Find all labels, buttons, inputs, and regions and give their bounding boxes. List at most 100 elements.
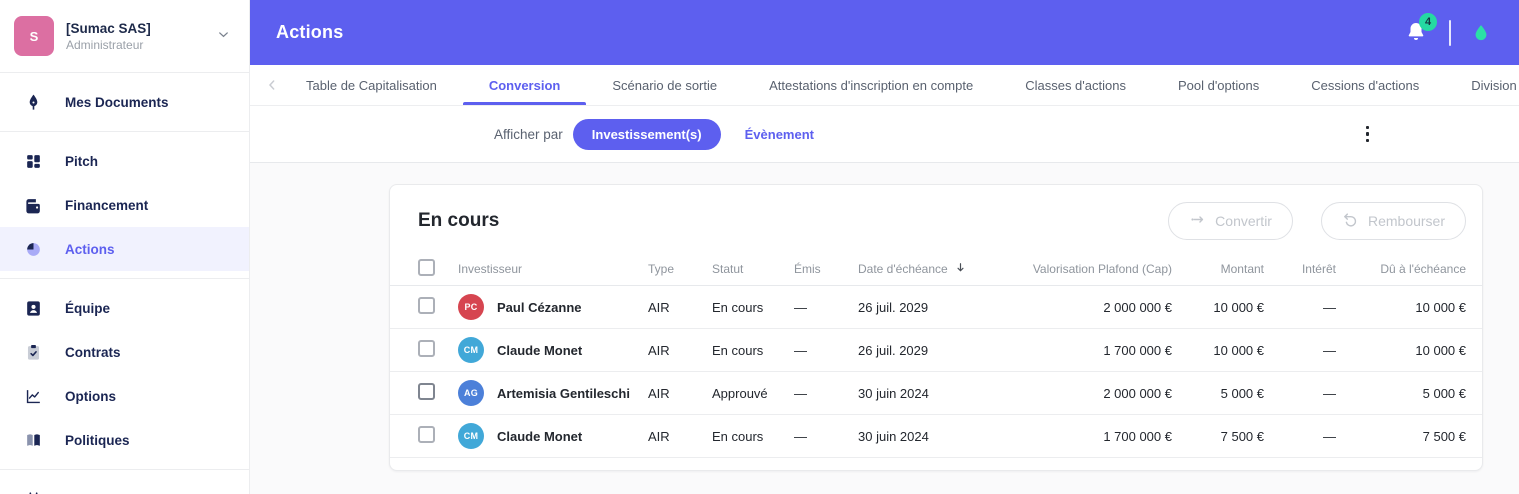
due-cell: 5 000 € (1422, 385, 1466, 401)
filter-bar: Afficher par Investissement(s) Évènement (250, 106, 1519, 163)
org-switcher[interactable]: S [Sumac SAS] Administrateur (0, 0, 249, 72)
avatar: CM (458, 423, 484, 449)
status-cell: Approuvé (712, 385, 768, 401)
status-cell: En cours (712, 299, 764, 315)
cap-cell: 2 000 000 € (1103, 385, 1172, 401)
sidebar-item-calendrier[interactable]: Calendrier (0, 477, 249, 494)
org-avatar: S (14, 16, 54, 56)
amount-cell: 5 000 € (1220, 385, 1264, 401)
emis-cell: — (794, 385, 807, 401)
sidebar-item-options[interactable]: Options (0, 374, 249, 418)
status-cell: En cours (712, 428, 764, 444)
tab-pool-doptions[interactable]: Pool d'options (1152, 65, 1285, 105)
chevron-down-icon (216, 27, 231, 45)
en-cours-card: En cours Convertir Rembourser Investisse… (389, 184, 1483, 471)
column-header-du-echeance[interactable]: Dû à l'échéance (1336, 262, 1466, 276)
pie-chart-icon (24, 240, 43, 259)
type-cell: AIR (648, 428, 670, 444)
investor-name: Claude Monet (497, 428, 583, 444)
investor-name: Claude Monet (497, 342, 583, 358)
column-header-date-echeance[interactable]: Date d'échéance (858, 261, 1026, 277)
amount-cell: 10 000 € (1213, 342, 1264, 358)
tab-division-valeur-nominale[interactable]: Division de la valeur nominale (1445, 65, 1519, 105)
select-all-checkbox[interactable] (418, 259, 435, 276)
due-date-cell: 26 juil. 2029 (858, 299, 929, 315)
table-row[interactable]: PC Paul Cézanne AIR En cours — 26 juil. … (390, 286, 1482, 329)
sidebar-item-label: Options (65, 388, 116, 404)
column-header-emis[interactable]: Émis (794, 262, 858, 276)
pen-nib-icon (24, 93, 43, 112)
due-cell: 10 000 € (1415, 342, 1466, 358)
amount-cell: 7 500 € (1220, 428, 1264, 444)
sidebar-item-financement[interactable]: Financement (0, 183, 249, 227)
wallet-icon (24, 196, 43, 215)
column-header-statut[interactable]: Statut (712, 262, 794, 276)
sidebar-item-label: Équipe (65, 300, 111, 316)
column-header-interet[interactable]: Intérêt (1264, 262, 1336, 276)
kebab-menu-button[interactable] (1360, 120, 1376, 149)
sidebar-item-label: Contrats (65, 344, 121, 360)
sidebar-item-label: Mes Documents (65, 94, 169, 110)
sidebar-item-label: Financement (65, 197, 149, 213)
investor-name: Paul Cézanne (497, 299, 582, 315)
rembourser-label: Rembourser (1367, 213, 1445, 229)
interest-cell: — (1323, 342, 1336, 358)
org-name: [Sumac SAS] (66, 20, 151, 36)
rembourser-button[interactable]: Rembourser (1320, 202, 1466, 240)
column-header-montant[interactable]: Montant (1172, 262, 1264, 276)
chevron-left-icon[interactable] (264, 65, 280, 105)
divider (1449, 19, 1451, 46)
filter-investissements-pill[interactable]: Investissement(s) (572, 118, 721, 150)
table-row[interactable]: CM Claude Monet AIR En cours — 26 juil. … (390, 329, 1482, 372)
app-root: S [Sumac SAS] Administrateur Mes Documen… (0, 0, 1519, 494)
droplet-icon[interactable] (1471, 22, 1491, 44)
conversions-table: Investisseur Type Statut Émis Date d'éch… (390, 253, 1482, 458)
due-date-cell: 30 juin 2024 (858, 385, 929, 401)
tab-classes-dactions[interactable]: Classes d'actions (999, 65, 1152, 105)
bell-icon (1404, 22, 1428, 47)
person-badge-icon (24, 299, 43, 318)
convertir-label: Convertir (1215, 213, 1272, 229)
column-header-type[interactable]: Type (648, 262, 712, 276)
tab-table-de-capitalisation[interactable]: Table de Capitalisation (280, 65, 463, 105)
org-role: Administrateur (66, 37, 144, 52)
sidebar-item-pitch[interactable]: Pitch (0, 139, 249, 183)
investor-name: Artemisia Gentileschi (497, 385, 630, 401)
type-cell: AIR (648, 299, 670, 315)
sidebar-item-label: Politiques (65, 432, 130, 448)
interest-cell: — (1323, 299, 1336, 315)
cap-cell: 2 000 000 € (1103, 299, 1172, 315)
org-meta: [Sumac SAS] Administrateur (66, 21, 204, 52)
sidebar-item-contrats[interactable]: Contrats (0, 330, 249, 374)
table-row[interactable]: AG Artemisia Gentileschi AIR Approuvé — … (390, 372, 1482, 415)
table-row[interactable]: CM Claude Monet AIR En cours — 30 juin 2… (390, 415, 1482, 458)
column-header-valorisation[interactable]: Valorisation Plafond (Cap) (1026, 262, 1172, 276)
card-title: En cours (418, 210, 500, 231)
sidebar-item-actions[interactable]: Actions (0, 227, 249, 271)
row-checkbox[interactable] (418, 383, 435, 400)
row-checkbox[interactable] (418, 340, 435, 357)
filter-evenement-link[interactable]: Évènement (745, 127, 814, 142)
tab-cessions-dactions[interactable]: Cessions d'actions (1285, 65, 1445, 105)
row-checkbox[interactable] (418, 297, 435, 314)
sidebar-item-label: Pitch (65, 153, 99, 169)
row-checkbox[interactable] (418, 426, 435, 443)
sidebar-item-equipe[interactable]: Équipe (0, 286, 249, 330)
amount-cell: 10 000 € (1213, 299, 1264, 315)
tab-scenario-de-sortie[interactable]: Scénario de sortie (586, 65, 743, 105)
dashboard-icon (24, 152, 43, 171)
notification-badge: 4 (1419, 12, 1437, 31)
undo-icon (1342, 211, 1359, 231)
tab-conversion[interactable]: Conversion (462, 65, 587, 105)
sidebar-item-politiques[interactable]: Politiques (0, 418, 249, 462)
convertir-button[interactable]: Convertir (1168, 202, 1293, 240)
clipboard-check-icon (24, 343, 43, 362)
filter-label: Afficher par (494, 126, 563, 142)
due-date-cell: 26 juil. 2029 (858, 342, 929, 358)
due-cell: 7 500 € (1422, 428, 1466, 444)
tab-attestations[interactable]: Attestations d'inscription en compte (743, 65, 999, 105)
sort-down-icon[interactable] (954, 261, 967, 277)
notifications-button[interactable]: 4 (1403, 12, 1437, 47)
sidebar-item-mes-documents[interactable]: Mes Documents (0, 80, 249, 124)
column-header-investisseur[interactable]: Investisseur (458, 262, 648, 276)
